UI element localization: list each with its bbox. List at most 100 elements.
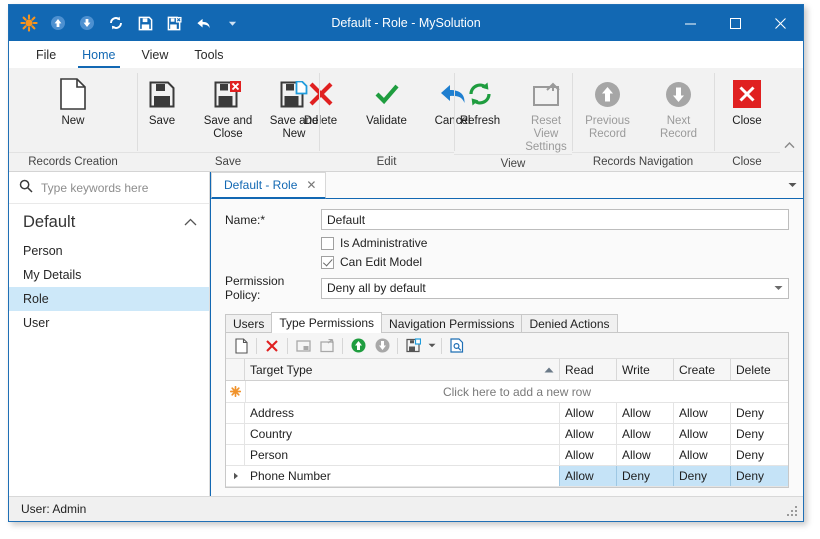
table-row[interactable]: Country Allow Allow Allow Deny: [226, 424, 788, 445]
close-icon[interactable]: ✕: [306, 178, 316, 192]
sidebar-item-role[interactable]: Role: [9, 287, 209, 311]
document-tab-default-role[interactable]: Default - Role ✕: [211, 172, 327, 199]
application-window: Default - Role - MySolution File Home Vi…: [8, 4, 804, 522]
grid-header-delete[interactable]: Delete: [731, 359, 788, 380]
is-administrative-checkbox[interactable]: [321, 236, 334, 250]
refresh-button[interactable]: Refresh: [447, 74, 513, 128]
cell-create: Allow: [674, 445, 731, 465]
record-form: Name:* Default Is Administrative Can Edi…: [211, 199, 803, 308]
screen-root: Default - Role - MySolution File Home Vi…: [0, 0, 820, 539]
close-button[interactable]: [758, 5, 803, 41]
sidebar-item-person[interactable]: Person: [9, 239, 209, 263]
delete-row-icon[interactable]: [260, 335, 284, 357]
grid-new-row[interactable]: Click here to add a new row: [226, 381, 788, 403]
ribbon-tab-file[interactable]: File: [23, 41, 69, 68]
delete-icon: [308, 76, 334, 112]
unlink-record-icon[interactable]: [370, 335, 394, 357]
main-body: Type keywords here Default Person My Det…: [9, 172, 803, 496]
export-icon[interactable]: [401, 335, 425, 357]
search-icon: [19, 179, 33, 196]
grid-header-create[interactable]: Create: [674, 359, 731, 380]
nav-group-default[interactable]: Default: [9, 204, 209, 239]
next-record-button[interactable]: Next Record: [643, 74, 714, 141]
ribbon-tab-home[interactable]: Home: [69, 41, 128, 68]
can-edit-model-checkbox[interactable]: [321, 255, 334, 269]
link-record-icon[interactable]: [346, 335, 370, 357]
minimize-button[interactable]: [668, 5, 713, 41]
refresh-icon: [467, 76, 493, 112]
print-preview-icon[interactable]: [445, 335, 469, 357]
ribbon-tab-tools[interactable]: Tools: [181, 41, 236, 68]
ribbon-group-view: Refresh Reset View Settings View: [454, 68, 572, 171]
cell-write: Allow: [617, 424, 674, 444]
validate-button[interactable]: Validate: [354, 74, 420, 128]
close-record-button[interactable]: Close: [714, 74, 780, 128]
ribbon-collapse-button[interactable]: [781, 137, 797, 153]
table-row[interactable]: Address Allow Allow Allow Deny: [226, 403, 788, 424]
permission-policy-value: Deny all by default: [327, 281, 426, 295]
sidebar-item-label: Person: [23, 244, 63, 258]
customize-quick-access-icon[interactable]: [222, 13, 242, 33]
save-and-close-icon[interactable]: [164, 13, 184, 33]
reset-view-settings-button-label: Reset View Settings: [525, 115, 567, 153]
inline-edit-icon[interactable]: [291, 335, 315, 357]
tab-type-permissions[interactable]: Type Permissions: [271, 312, 383, 333]
is-administrative-label: Is Administrative: [340, 236, 428, 250]
tab-denied-actions[interactable]: Denied Actions: [521, 314, 618, 333]
chevron-down-icon[interactable]: [774, 283, 783, 293]
delete-button[interactable]: Delete: [288, 74, 354, 128]
grid-header-target-type[interactable]: Target Type: [245, 359, 560, 380]
export-dropdown-arrow-icon[interactable]: [425, 335, 438, 357]
new-row-icon[interactable]: [229, 335, 253, 357]
search-input[interactable]: Type keywords here: [9, 172, 209, 204]
next-record-icon[interactable]: [77, 13, 97, 33]
title-bar: Default - Role - MySolution: [9, 5, 803, 41]
type-permissions-grid: Target Type Read Write Create Delete Cli…: [226, 359, 788, 487]
save-icon: [149, 76, 175, 112]
ribbon-group-close: Close Close: [714, 68, 780, 171]
validate-button-label: Validate: [366, 115, 407, 127]
refresh-icon[interactable]: [106, 13, 126, 33]
tab-navigation-permissions[interactable]: Navigation Permissions: [381, 314, 523, 333]
app-logo-icon[interactable]: [19, 13, 39, 33]
cell-read: Allow: [560, 445, 617, 465]
maximize-button[interactable]: [713, 5, 758, 41]
row-indicator: [226, 445, 245, 465]
previous-record-button[interactable]: Previous Record: [572, 74, 643, 141]
name-label: Name:*: [225, 212, 266, 227]
ribbon-group-records-navigation: Previous Record Next Record Records Navi…: [572, 68, 714, 171]
detail-tab-strip: Users Type Permissions Navigation Permis…: [225, 312, 789, 333]
open-record-icon[interactable]: [315, 335, 339, 357]
table-row[interactable]: Person Allow Allow Allow Deny: [226, 445, 788, 466]
ribbon: New Records Creation Save Save and Close…: [9, 68, 803, 172]
chevron-up-icon[interactable]: [184, 217, 197, 229]
previous-record-icon[interactable]: [48, 13, 68, 33]
validate-check-icon: [374, 76, 400, 112]
sidebar-item-user[interactable]: User: [9, 311, 209, 335]
ribbon-tab-view[interactable]: View: [129, 41, 182, 68]
toolbar-separator: [441, 337, 442, 354]
resize-grip[interactable]: [787, 506, 799, 518]
cell-target-type: Country: [245, 424, 560, 444]
grid-header-write[interactable]: Write: [617, 359, 674, 380]
grid-header-read[interactable]: Read: [560, 359, 617, 380]
row-indicator: [226, 403, 245, 423]
sort-ascending-icon: [544, 365, 554, 375]
save-and-close-button-label: Save and Close: [203, 115, 253, 140]
cell-read: Allow: [560, 403, 617, 423]
save-button-label: Save: [148, 115, 176, 127]
save-icon[interactable]: [135, 13, 155, 33]
new-button[interactable]: New: [40, 74, 106, 128]
save-button[interactable]: Save: [129, 74, 195, 128]
save-and-close-button[interactable]: Save and Close: [195, 74, 261, 141]
document-tabs-overflow-button[interactable]: [781, 172, 803, 198]
name-field[interactable]: Default: [321, 209, 789, 230]
permission-policy-dropdown[interactable]: Deny all by default: [321, 277, 789, 299]
status-bar: User: Admin: [9, 496, 803, 521]
sidebar-item-my-details[interactable]: My Details: [9, 263, 209, 287]
reset-view-settings-button[interactable]: Reset View Settings: [513, 74, 579, 154]
tab-users[interactable]: Users: [225, 314, 273, 333]
table-row[interactable]: Phone Number Allow Deny Deny Deny: [226, 466, 788, 487]
new-button-label: New: [61, 115, 85, 127]
undo-icon[interactable]: [193, 13, 213, 33]
